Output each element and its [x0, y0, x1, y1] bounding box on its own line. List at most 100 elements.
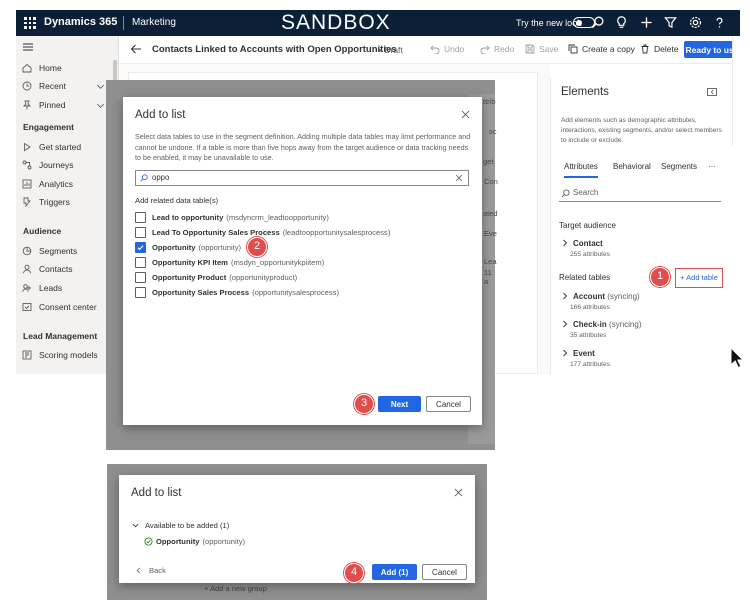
tab-more[interactable]: ···	[708, 162, 716, 171]
option-opportunity-kpi-item[interactable]: Opportunity KPI Item (msdyn_opportunitykp…	[135, 256, 324, 268]
search-icon[interactable]	[590, 15, 605, 30]
lightbulb-icon[interactable]	[614, 15, 629, 30]
chevron-down-icon[interactable]	[96, 82, 105, 91]
option-opportunity-sales-process[interactable]: Opportunity Sales Process (opportunitysal…	[135, 286, 339, 298]
nav-item-segments[interactable]: Segments	[22, 243, 77, 259]
trigger-icon	[23, 197, 31, 207]
clear-search-icon[interactable]	[455, 174, 463, 182]
tab-segments[interactable]: Segments	[661, 162, 697, 171]
redo-button[interactable]: Redo	[480, 44, 514, 54]
hamburger-menu-icon[interactable]	[23, 43, 33, 51]
nav-item-leads[interactable]: Leads	[22, 280, 62, 296]
tab-behavioral[interactable]: Behavioral	[613, 162, 651, 171]
home-icon	[22, 63, 32, 73]
consent-icon	[22, 303, 32, 311]
entity-status: (syncing)	[607, 292, 640, 301]
cancel-button[interactable]: Cancel	[422, 564, 467, 580]
option-name: Opportunity Product	[152, 272, 227, 282]
checkbox-checked[interactable]	[135, 241, 146, 253]
option-name: Opportunity Sales Process	[152, 287, 250, 297]
close-icon[interactable]	[454, 488, 463, 497]
available-group-toggle[interactable]: Available to be added (1)	[132, 521, 229, 530]
delete-label: Delete	[654, 44, 679, 54]
option-logical-name: (opportunityproduct)	[229, 272, 298, 282]
tab-attributes[interactable]: Attributes	[564, 162, 598, 178]
nav-item-consent-center[interactable]: Consent center	[22, 299, 97, 315]
side-panel-edge	[732, 36, 740, 146]
brand-name[interactable]: Dynamics 365	[44, 16, 117, 28]
status-badge: • Draft	[379, 45, 403, 55]
checkmark-icon	[137, 244, 144, 250]
checkbox[interactable]	[135, 271, 146, 283]
modal-overlay: Add to list Available to be added (1) Op…	[107, 464, 487, 600]
collapse-panel-icon[interactable]	[707, 88, 717, 96]
option-logical-name: (opportunitysalesprocess)	[252, 287, 340, 297]
gear-icon[interactable]	[688, 15, 703, 30]
option-opportunity-product[interactable]: Opportunity Product (opportunityproduct)	[135, 271, 297, 283]
nav-item-scoring-models[interactable]: Scoring models	[22, 347, 98, 363]
nav-item-recent[interactable]: Recent	[22, 78, 66, 94]
nav-item-label: Contacts	[39, 264, 73, 274]
chevron-down-icon[interactable]	[96, 101, 105, 110]
nav-item-pinned[interactable]: Pinned	[22, 97, 65, 113]
next-button[interactable]: Next	[378, 396, 421, 412]
step-callout-4: 4	[344, 563, 364, 583]
undo-button[interactable]: Undo	[430, 44, 464, 54]
create-copy-button[interactable]: Create a copy	[568, 44, 635, 54]
delete-button[interactable]: Delete	[640, 44, 679, 54]
background-fragment: ttrib	[483, 97, 496, 106]
related-account[interactable]: Account (syncing)	[561, 292, 640, 301]
checkbox[interactable]	[135, 286, 146, 298]
option-logical-name: (opportunity)	[198, 242, 242, 252]
check-circle-icon	[144, 537, 153, 546]
nav-item-label: Segments	[39, 246, 78, 256]
entity-attribute-count: 255 attributes	[570, 251, 610, 258]
option-name: Lead To Opportunity Sales Process	[152, 227, 280, 237]
add-button[interactable]: Add (1)	[372, 564, 417, 580]
related-event[interactable]: Event	[561, 349, 595, 358]
nav-item-label: Home	[39, 63, 62, 73]
option-lead-to-opportunity-sales-process[interactable]: Lead To Opportunity Sales Process (leadto…	[135, 226, 390, 238]
option-opportunity[interactable]: Opportunity (opportunity)	[135, 241, 241, 253]
environment-name: SANDBOX	[281, 11, 391, 34]
table-search-input[interactable]: oppo	[135, 170, 469, 186]
related-tables-subheading: Add related data table(s)	[135, 196, 219, 205]
checkbox[interactable]	[135, 226, 146, 238]
target-contact[interactable]: Contact	[561, 239, 603, 248]
left-navigation: Home Recent Pinned Engagement Get starte…	[16, 36, 119, 374]
option-lead-to-opportunity[interactable]: Lead to opportunity (msdyncrm_leadtooppor…	[135, 211, 329, 223]
add-table-button[interactable]: + Add table	[675, 268, 723, 288]
checkbox[interactable]	[135, 256, 146, 268]
elements-title: Elements	[561, 86, 609, 98]
chevron-down-icon	[132, 523, 139, 528]
elements-search-input[interactable]: Search	[559, 185, 721, 202]
nav-item-get-started[interactable]: Get started	[22, 139, 81, 155]
back-button[interactable]: Back	[135, 566, 166, 575]
waffle-icon[interactable]	[24, 17, 36, 29]
nav-item-analytics[interactable]: Analytics	[22, 176, 73, 192]
related-check-in[interactable]: Check-in (syncing)	[561, 320, 641, 329]
plus-icon[interactable]	[639, 15, 654, 30]
dialog-title: Add to list	[131, 487, 182, 499]
nav-item-contacts[interactable]: Contacts	[22, 261, 73, 277]
back-arrow-icon[interactable]	[130, 43, 142, 55]
nav-item-triggers[interactable]: Triggers	[22, 194, 70, 210]
option-logical-name: (leadtoopportunitysalesprocess)	[282, 227, 391, 237]
search-value: oppo	[152, 173, 170, 182]
save-button[interactable]: Save	[525, 44, 558, 54]
scoring-icon	[22, 350, 32, 360]
nav-section-lead-management: Lead Management	[23, 331, 98, 341]
help-icon[interactable]	[712, 15, 727, 30]
filter-icon[interactable]	[663, 15, 678, 30]
nav-item-journeys[interactable]: Journeys	[22, 157, 74, 173]
clock-icon	[22, 81, 32, 91]
cancel-button[interactable]: Cancel	[426, 396, 471, 412]
checkbox[interactable]	[135, 211, 146, 223]
modal-overlay: ttrib sc get Con ated Eve Lea 11 a Add t…	[106, 80, 498, 450]
item-name: Opportunity	[156, 537, 200, 546]
entity-name: Check-in	[573, 320, 607, 329]
close-icon[interactable]	[461, 110, 470, 119]
play-icon	[24, 142, 31, 152]
nav-item-home[interactable]: Home	[22, 60, 62, 76]
trash-icon	[641, 44, 649, 54]
